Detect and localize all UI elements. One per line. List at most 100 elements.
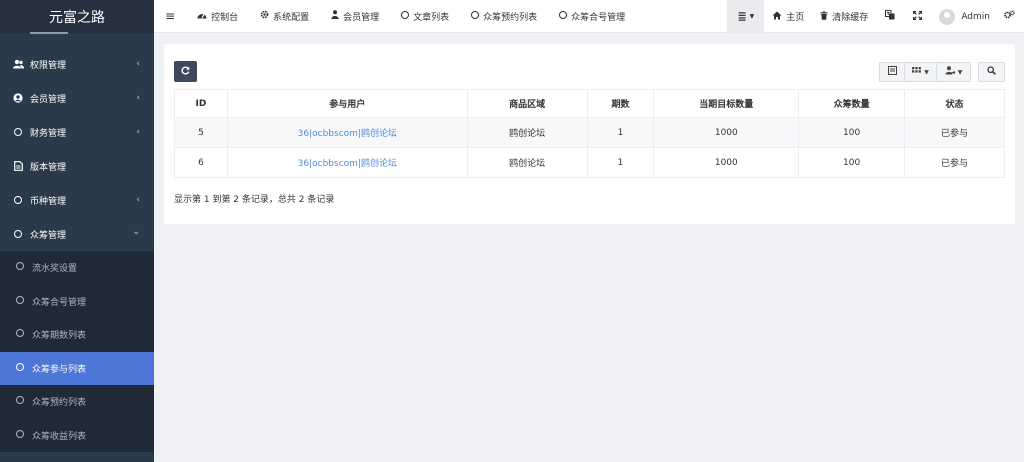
column-header-period[interactable]: 期数	[586, 89, 655, 118]
user-name: Admin	[961, 11, 990, 22]
cell-status: 已参与	[904, 117, 1005, 148]
trash-icon	[820, 10, 828, 23]
sidebar-item-currency[interactable]: 币种管理 ‹	[0, 183, 154, 217]
circle-icon	[559, 10, 568, 22]
tab-list-dropdown-button[interactable]: ≣ ▼	[727, 0, 765, 33]
toggle-view-button[interactable]	[879, 62, 905, 82]
sidebar-item-versions[interactable]: 版本管理	[0, 149, 154, 183]
caret-down-icon: ▼	[957, 68, 963, 76]
circle-icon	[16, 362, 26, 374]
refresh-button[interactable]	[174, 61, 197, 82]
export-dropdown-button[interactable]: ▼	[937, 62, 971, 82]
sidebar-subitem-label: 众筹预约列表	[32, 398, 87, 409]
sidebar-subitem-label: 众筹合号管理	[32, 297, 87, 308]
chevron-left-icon: ‹	[136, 93, 140, 103]
card-view-icon	[887, 66, 897, 78]
sidebar-item-label: 版本管理	[30, 162, 67, 173]
sidebar-subitem-label: 流水奖设置	[32, 264, 78, 275]
dashboard-icon	[197, 11, 207, 22]
cell-amount: 100	[798, 117, 906, 148]
column-header-amount[interactable]: 众筹数量	[798, 89, 906, 118]
home-link[interactable]: 主页	[764, 0, 812, 33]
sidebar-item-partial	[0, 30, 154, 36]
tab-label: 会员管理	[343, 12, 380, 23]
sidebar-item-members[interactable]: 会员管理 ‹	[0, 81, 154, 115]
translate-icon	[885, 10, 895, 23]
user-circle-icon	[12, 93, 24, 103]
cell-user-link[interactable]: 36|ocbbscom|鸥创论坛	[226, 117, 468, 148]
table-toolbar: ▼ ▼	[879, 62, 971, 82]
settings-button[interactable]	[998, 0, 1024, 33]
search-icon	[987, 66, 996, 78]
cell-user-link[interactable]: 36|ocbbscom|鸥创论坛	[226, 147, 468, 178]
gears-icon	[1004, 10, 1015, 23]
circle-icon	[16, 396, 26, 407]
column-header-area[interactable]: 商品区域	[466, 89, 588, 118]
sidebar-subitem-flow-reward[interactable]: 流水奖设置	[0, 251, 154, 285]
gear-icon	[260, 10, 269, 22]
tab-member-manage[interactable]: 会员管理	[320, 0, 390, 33]
caret-down-icon: ▼	[924, 68, 929, 76]
tab-combo-manage[interactable]: 众筹合号管理	[548, 0, 636, 33]
sidebar-subitem-label: 众筹收益列表	[32, 431, 87, 442]
tab-system-config[interactable]: 系统配置	[249, 0, 320, 33]
document-icon	[12, 161, 24, 171]
cell-period: 1	[586, 147, 655, 178]
chevron-left-icon: ‹	[136, 195, 140, 205]
sidebar-subitem-earnings[interactable]: 众筹收益列表	[0, 419, 154, 453]
sidebar-subitem-combo-manage[interactable]: 众筹合号管理	[0, 285, 154, 319]
tab-label: 控制台	[211, 12, 239, 23]
cell-amount: 100	[798, 147, 906, 178]
table-row: 5 36|ocbbscom|鸥创论坛 鸥创论坛 1 1000 100 已参与	[174, 117, 1005, 148]
cell-id: 5	[174, 117, 228, 148]
cell-target: 1000	[653, 147, 800, 178]
tab-reservation-list[interactable]: 众筹预约列表	[460, 0, 548, 33]
circle-icon	[16, 329, 26, 340]
fullscreen-button[interactable]	[904, 0, 931, 33]
users-icon	[12, 59, 24, 69]
column-header-status[interactable]: 状态	[904, 89, 1005, 118]
cell-period: 1	[586, 117, 655, 148]
clear-cache-button[interactable]: 清除缓存	[812, 0, 876, 33]
tab-article-list[interactable]: 文章列表	[390, 0, 460, 33]
circle-icon	[471, 10, 480, 22]
language-button[interactable]	[876, 0, 904, 33]
home-label: 主页	[786, 13, 805, 23]
avatar	[939, 8, 956, 25]
main-panel: ▼ ▼ ID 参与用户 商品区域 期数 当期目标数量 众筹数量 状态 5 36|…	[164, 44, 1015, 224]
user-icon	[331, 10, 339, 22]
cell-target: 1000	[653, 117, 800, 148]
topbar: ≡ 控制台 系统配置 会员管理 文章列表 众筹预约列表 众筹合号管理 ≣ ▼ 主…	[154, 0, 1024, 33]
chevron-left-icon: ‹	[136, 127, 140, 137]
sidebar-item-finance[interactable]: 财务管理 ‹	[0, 115, 154, 149]
tab-label: 众筹预约列表	[483, 12, 538, 23]
fullscreen-icon	[913, 10, 923, 23]
circle-icon	[401, 10, 410, 22]
sidebar-subitem-reservations[interactable]: 众筹预约列表	[0, 385, 154, 419]
search-button[interactable]	[978, 62, 1005, 82]
sidebar-toggle-button[interactable]: ≡	[154, 0, 186, 33]
user-menu[interactable]: Admin	[931, 0, 998, 33]
caret-down-icon: ▼	[749, 13, 755, 20]
tab-dashboard[interactable]: 控制台	[186, 0, 249, 33]
sidebar-item-crowdfunding[interactable]: 众筹管理 ⌄	[0, 217, 154, 251]
sidebar-item-label: 币种管理	[30, 196, 67, 207]
column-header-target[interactable]: 当期目标数量	[653, 89, 800, 118]
columns-dropdown-button[interactable]: ▼	[905, 62, 937, 82]
sidebar-subitem-periods[interactable]: 众筹期数列表	[0, 318, 154, 352]
sidebar-subitem-label: 众筹期数列表	[32, 331, 87, 342]
export-icon	[945, 66, 956, 78]
column-header-id[interactable]: ID	[174, 89, 228, 118]
cell-area: 鸥创论坛	[466, 147, 588, 178]
sidebar-item-permissions[interactable]: 权限管理 ‹	[0, 47, 154, 81]
brand-logo[interactable]: 元富之路	[0, 0, 154, 33]
column-header-user[interactable]: 参与用户	[226, 89, 468, 118]
home-icon	[772, 11, 782, 23]
sidebar-item-label: 会员管理	[30, 94, 67, 105]
circle-icon	[16, 295, 26, 307]
table-row: 6 36|ocbbscom|鸥创论坛 鸥创论坛 1 1000 100 已参与	[174, 147, 1005, 178]
participation-table: ID 参与用户 商品区域 期数 当期目标数量 众筹数量 状态 5 36|ocbb…	[174, 89, 1005, 178]
cell-area: 鸥创论坛	[466, 117, 588, 148]
sidebar-subitem-participation[interactable]: 众筹参与列表	[0, 351, 154, 385]
chevron-down-icon: ⌄	[132, 227, 140, 237]
